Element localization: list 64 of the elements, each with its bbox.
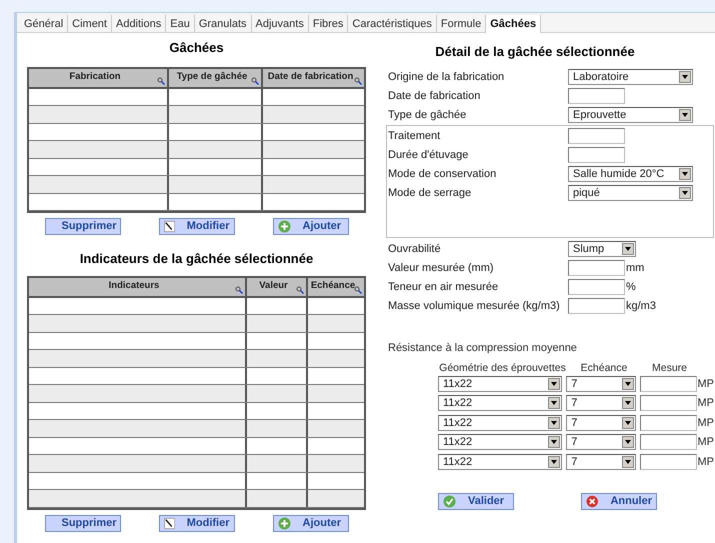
field-label: Durée d'étuvage <box>388 148 470 163</box>
section-title: Gâchées <box>169 39 224 57</box>
dropdown[interactable]: 7 <box>566 414 636 431</box>
add-button[interactable]: Ajouter <box>272 218 348 235</box>
column-header[interactable]: Type de gâchée <box>167 68 261 86</box>
column-header[interactable]: Date de fabrication <box>261 68 364 86</box>
tab[interactable]: Additions <box>112 15 166 33</box>
dropdown[interactable]: Laboratoire <box>568 69 693 85</box>
column-header[interactable]: Fabrication <box>29 68 167 86</box>
validate-button[interactable]: Valider <box>438 492 514 510</box>
dropdown[interactable]: Eprouvette <box>568 107 693 123</box>
section-title: Indicateurs de la gâchée sélectionnée <box>80 250 314 268</box>
field-label: Ouvrabilité <box>388 242 442 257</box>
tab[interactable]: Gâchées <box>486 15 542 33</box>
dropdown[interactable]: 11x22 <box>438 434 562 450</box>
field-label: Origine de la fabrication <box>388 70 506 85</box>
column-header[interactable]: Indicateurs <box>29 278 245 296</box>
unit-label: kg/m3 <box>626 298 656 314</box>
dropdown[interactable]: 11x22 <box>438 376 562 392</box>
column-header: Echéance <box>580 361 628 374</box>
column-header: Géométrie des éprouvettes <box>438 361 567 374</box>
edit-button[interactable]: Modifier <box>158 218 234 235</box>
unit-label: MP <box>698 454 714 470</box>
column-header[interactable]: Valeur <box>245 278 306 296</box>
dropdown[interactable]: 7 <box>566 434 636 450</box>
tab[interactable]: Ciment <box>68 15 112 33</box>
unit-label: MP <box>698 376 714 392</box>
tab[interactable]: Adjuvants <box>252 15 309 33</box>
unit-label: MP <box>698 435 714 450</box>
tab[interactable]: Général <box>20 15 68 33</box>
column-header: Mesure <box>650 361 688 374</box>
dropdown[interactable]: 7 <box>566 395 636 412</box>
unit-label: mm <box>626 260 644 276</box>
dropdown[interactable]: Salle humide 20°C <box>568 166 693 182</box>
unit-label: MP <box>698 396 714 411</box>
tab[interactable]: Granulats <box>194 15 252 33</box>
field-label: Valeur mesurée (mm) <box>388 260 495 276</box>
dropdown[interactable]: 11x22 <box>438 414 562 431</box>
field-label: Masse volumique mesurée (kg/m3) <box>388 298 561 314</box>
tab[interactable]: Eau <box>166 15 195 33</box>
field-label: Date de fabrication <box>388 88 482 104</box>
column-header[interactable]: Echéance <box>306 278 364 296</box>
field-label: Mode de serrage <box>388 186 472 201</box>
dropdown[interactable]: piqué <box>568 185 693 201</box>
dropdown[interactable]: 7 <box>566 376 636 392</box>
section-title: Détail de la gâchée sélectionnée <box>434 43 636 61</box>
dropdown[interactable]: 7 <box>566 454 636 470</box>
add-button[interactable]: Ajouter <box>272 514 348 532</box>
section-label: Résistance à la compression moyenne <box>388 340 578 356</box>
unit-label: MP <box>698 416 714 430</box>
unit-label: % <box>626 280 636 295</box>
field-label: Mode de conservation <box>388 166 498 182</box>
dropdown[interactable]: 11x22 <box>438 454 562 470</box>
tab[interactable]: Caractéristiques <box>348 15 437 33</box>
delete-button[interactable]: Supprimer <box>44 218 120 235</box>
field-label: Teneur en air mesurée <box>388 280 500 295</box>
cancel-button[interactable]: Annuler <box>581 492 657 510</box>
edit-button[interactable]: Modifier <box>158 514 234 532</box>
delete-button[interactable]: Supprimer <box>44 514 120 532</box>
field-label: Type de gâchée <box>388 108 468 123</box>
dropdown[interactable]: 11x22 <box>438 395 562 412</box>
tab[interactable]: Fibres <box>308 15 348 33</box>
dropdown[interactable]: Slump <box>568 241 636 257</box>
field-label: Traitement <box>388 128 442 144</box>
